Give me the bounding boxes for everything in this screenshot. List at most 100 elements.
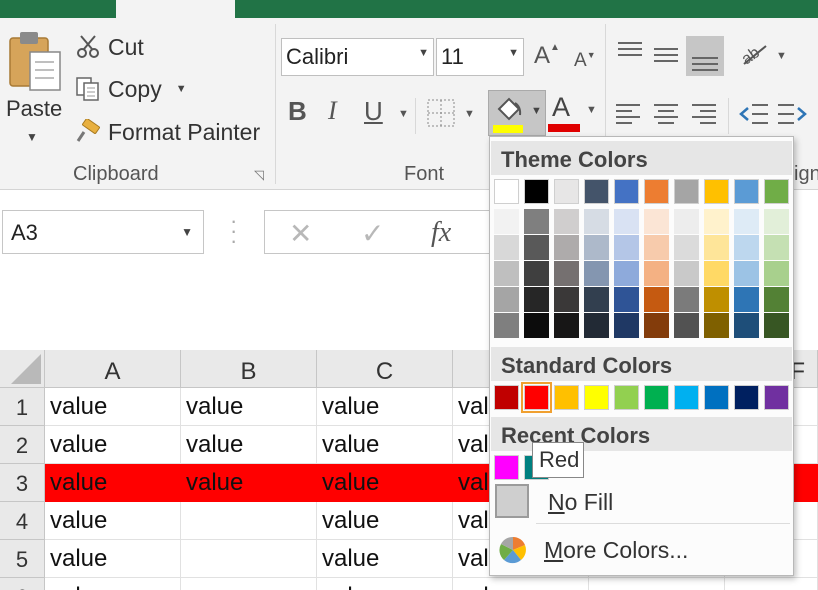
- grow-font-button[interactable]: A▲: [534, 42, 560, 70]
- standard-color-swatch[interactable]: [764, 385, 789, 410]
- grid-cell[interactable]: value: [317, 426, 453, 464]
- theme-shade-swatch[interactable]: [524, 261, 549, 286]
- theme-color-swatch[interactable]: [704, 179, 729, 204]
- underline-button[interactable]: U: [364, 96, 383, 127]
- theme-shade-swatch[interactable]: [554, 313, 579, 338]
- chevron-down-icon[interactable]: ▼: [508, 47, 519, 59]
- grid-cell[interactable]: value: [317, 578, 453, 590]
- column-header[interactable]: C: [317, 350, 453, 388]
- theme-shade-swatch[interactable]: [704, 209, 729, 234]
- select-all-button[interactable]: [0, 350, 45, 388]
- grid-cell[interactable]: value: [45, 464, 181, 502]
- theme-shade-swatch[interactable]: [704, 235, 729, 260]
- tab-home[interactable]: [116, 0, 235, 18]
- theme-color-swatch[interactable]: [584, 179, 609, 204]
- borders-button[interactable]: [426, 98, 456, 133]
- chevron-down-icon[interactable]: ▼: [181, 225, 193, 239]
- theme-color-swatch[interactable]: [554, 179, 579, 204]
- theme-shade-swatch[interactable]: [584, 261, 609, 286]
- fill-color-button[interactable]: ▼: [488, 90, 546, 136]
- grid-cell[interactable]: value: [45, 426, 181, 464]
- formula-bar-resize-handle-icon[interactable]: · · ·: [230, 210, 237, 252]
- theme-shade-swatch[interactable]: [584, 209, 609, 234]
- theme-shade-swatch[interactable]: [674, 261, 699, 286]
- theme-shade-swatch[interactable]: [764, 287, 789, 312]
- grid-cell[interactable]: [181, 540, 317, 578]
- theme-shade-swatch[interactable]: [644, 235, 669, 260]
- no-fill-item[interactable]: No Fill: [548, 489, 613, 516]
- grid-cell[interactable]: value: [317, 540, 453, 578]
- standard-color-swatch[interactable]: [521, 382, 552, 413]
- theme-color-swatch[interactable]: [644, 179, 669, 204]
- format-painter-button[interactable]: Format Painter: [74, 115, 260, 149]
- theme-shade-swatch[interactable]: [734, 313, 759, 338]
- borders-dropdown-arrow-icon[interactable]: ▼: [464, 108, 475, 120]
- standard-color-swatch[interactable]: [644, 385, 669, 410]
- theme-shade-swatch[interactable]: [644, 209, 669, 234]
- grid-cell[interactable]: [181, 578, 317, 590]
- grid-cell[interactable]: [181, 502, 317, 540]
- row-header[interactable]: 1: [0, 388, 45, 426]
- theme-shade-swatch[interactable]: [764, 261, 789, 286]
- decrease-indent-button[interactable]: [738, 102, 770, 131]
- theme-shade-swatch[interactable]: [644, 287, 669, 312]
- column-header[interactable]: B: [181, 350, 317, 388]
- chevron-down-icon[interactable]: ▼: [418, 47, 429, 59]
- theme-shade-swatch[interactable]: [584, 287, 609, 312]
- theme-shade-swatch[interactable]: [614, 209, 639, 234]
- theme-shade-swatch[interactable]: [734, 235, 759, 260]
- theme-shade-swatch[interactable]: [674, 209, 699, 234]
- theme-shade-swatch[interactable]: [764, 209, 789, 234]
- standard-color-swatch[interactable]: [554, 385, 579, 410]
- column-header[interactable]: A: [45, 350, 181, 388]
- name-box[interactable]: A3 ▼: [2, 210, 204, 254]
- theme-shade-swatch[interactable]: [614, 235, 639, 260]
- cut-button[interactable]: Cut: [74, 30, 144, 64]
- theme-color-swatch[interactable]: [524, 179, 549, 204]
- grid-cell[interactable]: value: [181, 464, 317, 502]
- grid-cell[interactable]: value: [45, 578, 181, 590]
- align-right-button[interactable]: [690, 102, 718, 131]
- theme-shade-swatch[interactable]: [494, 209, 519, 234]
- grid-cell[interactable]: value: [181, 388, 317, 426]
- theme-shade-swatch[interactable]: [644, 313, 669, 338]
- font-name-combobox[interactable]: Calibri ▼: [281, 38, 434, 76]
- orientation-dropdown-arrow-icon[interactable]: ▼: [776, 50, 787, 62]
- theme-color-swatch[interactable]: [614, 179, 639, 204]
- theme-shade-swatch[interactable]: [764, 235, 789, 260]
- middle-align-button[interactable]: [652, 40, 680, 75]
- bold-button[interactable]: B: [288, 96, 307, 127]
- more-colors-item[interactable]: More Colors...: [544, 537, 688, 564]
- theme-shade-swatch[interactable]: [644, 261, 669, 286]
- standard-color-swatch[interactable]: [494, 385, 519, 410]
- no-fill-swatch[interactable]: [495, 484, 529, 518]
- insert-function-icon[interactable]: fx: [431, 217, 451, 249]
- theme-shade-swatch[interactable]: [674, 313, 699, 338]
- standard-color-swatch[interactable]: [614, 385, 639, 410]
- fill-color-dropdown-arrow-icon[interactable]: ▼: [531, 105, 542, 117]
- align-left-button[interactable]: [614, 102, 642, 131]
- theme-shade-swatch[interactable]: [554, 261, 579, 286]
- theme-shade-swatch[interactable]: [554, 235, 579, 260]
- row-header[interactable]: 5: [0, 540, 45, 578]
- theme-shade-swatch[interactable]: [554, 287, 579, 312]
- theme-shade-swatch[interactable]: [614, 313, 639, 338]
- theme-shade-swatch[interactable]: [734, 209, 759, 234]
- standard-color-swatch[interactable]: [584, 385, 609, 410]
- clipboard-paste-icon[interactable]: [8, 30, 64, 92]
- theme-shade-swatch[interactable]: [704, 313, 729, 338]
- grid-cell[interactable]: value: [45, 540, 181, 578]
- standard-color-swatch[interactable]: [704, 385, 729, 410]
- underline-dropdown-arrow-icon[interactable]: ▼: [398, 108, 409, 120]
- increase-indent-button[interactable]: [776, 102, 808, 131]
- theme-shade-swatch[interactable]: [704, 287, 729, 312]
- theme-shade-swatch[interactable]: [494, 313, 519, 338]
- grid-cell[interactable]: val: [453, 578, 589, 590]
- recent-color-swatch[interactable]: [494, 455, 519, 480]
- clipboard-launcher-icon[interactable]: ◹: [254, 167, 264, 183]
- theme-shade-swatch[interactable]: [734, 261, 759, 286]
- theme-color-swatch[interactable]: [494, 179, 519, 204]
- grid-cell[interactable]: [725, 578, 818, 590]
- row-header[interactable]: 6: [0, 578, 45, 590]
- theme-shade-swatch[interactable]: [614, 287, 639, 312]
